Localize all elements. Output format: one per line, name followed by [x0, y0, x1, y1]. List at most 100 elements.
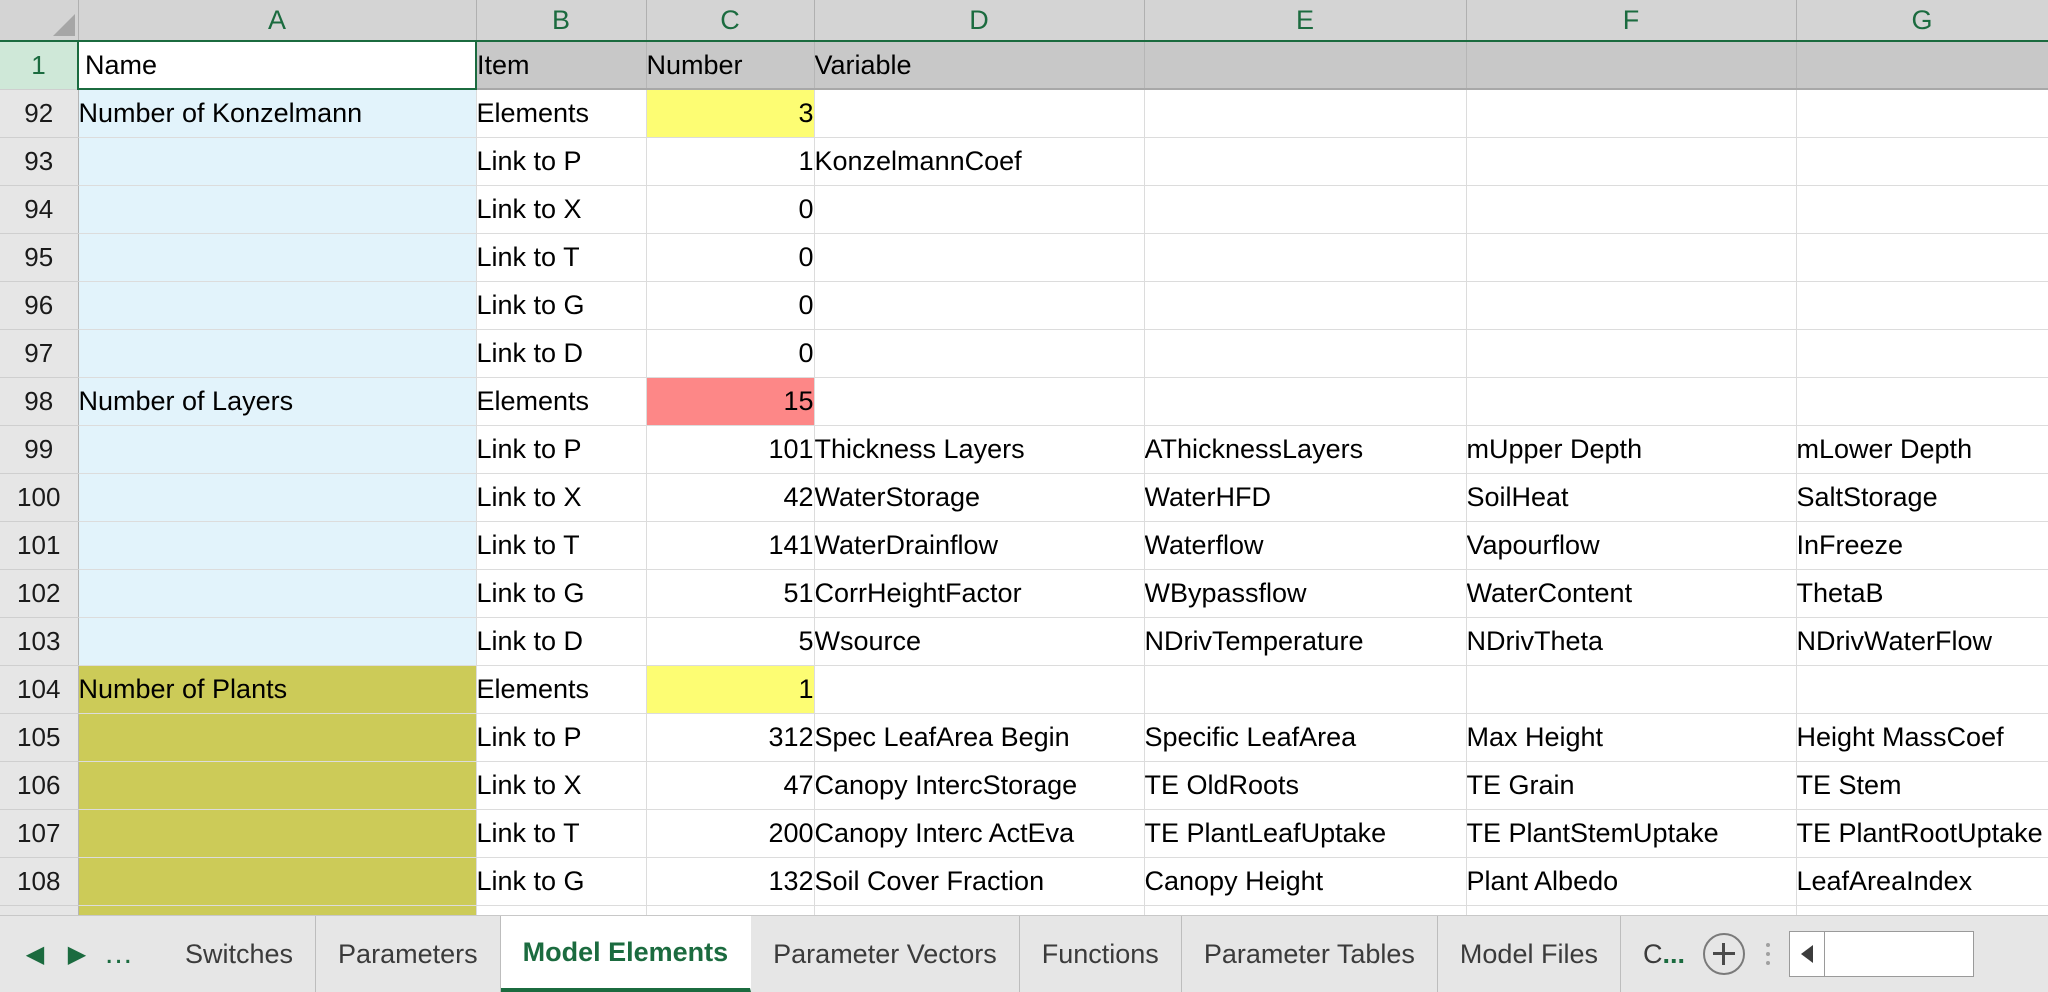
- cell-item[interactable]: Link to X: [476, 473, 647, 522]
- add-sheet-button[interactable]: [1693, 916, 1761, 992]
- row-header[interactable]: 96: [0, 281, 79, 330]
- row-header[interactable]: 98: [0, 377, 79, 426]
- scroll-left-button[interactable]: [1788, 931, 1825, 978]
- cell-name[interactable]: [78, 569, 477, 618]
- cell-variable-e[interactable]: [1144, 281, 1467, 330]
- sheet-tab-switches[interactable]: Switches: [163, 916, 317, 992]
- row-header[interactable]: 103: [0, 617, 79, 666]
- row-header[interactable]: 93: [0, 137, 79, 186]
- cell-variable-e[interactable]: TE OldRoots: [1144, 761, 1467, 810]
- row-header[interactable]: 100: [0, 473, 79, 522]
- more-sheets-icon[interactable]: ...: [98, 925, 140, 983]
- cell-variable-f[interactable]: NDrivTheta: [1466, 617, 1797, 666]
- cell-number[interactable]: 42: [646, 473, 815, 522]
- spreadsheet-grid[interactable]: A B C D E F G 1 Name Item Number Variabl…: [0, 0, 2048, 916]
- cell-variable-g[interactable]: [1796, 89, 2048, 138]
- cell-item[interactable]: Link to D: [476, 617, 647, 666]
- column-header-d[interactable]: D: [814, 0, 1145, 42]
- cell-variable-f[interactable]: [1466, 233, 1797, 282]
- cell-c1[interactable]: Number: [646, 41, 815, 90]
- cell-number[interactable]: 132: [646, 857, 815, 906]
- cell-name[interactable]: [78, 713, 477, 762]
- cell-item[interactable]: Link to T: [476, 233, 647, 282]
- cell-variable-g[interactable]: ThetaB: [1796, 569, 2048, 618]
- select-all-corner[interactable]: [0, 0, 79, 42]
- cell-variable-e[interactable]: [1144, 665, 1467, 714]
- cell-number[interactable]: 141: [646, 521, 815, 570]
- cell-variable-e[interactable]: Specific LeafArea: [1144, 713, 1467, 762]
- sheet-tab-model-files[interactable]: Model Files: [1438, 916, 1621, 992]
- cell-name[interactable]: Number of Plants: [78, 665, 477, 714]
- cell-number[interactable]: 200: [646, 809, 815, 858]
- next-sheet-icon[interactable]: ▶: [56, 925, 98, 983]
- cell-d1[interactable]: Variable: [814, 41, 1145, 90]
- sheet-tab-model-elements[interactable]: Model Elements: [500, 916, 752, 992]
- cell-variable-e[interactable]: [1144, 89, 1467, 138]
- sheet-tab-parameters[interactable]: Parameters: [316, 916, 501, 992]
- row-header[interactable]: 92: [0, 89, 79, 138]
- column-header-g[interactable]: G: [1796, 0, 2048, 42]
- column-header-e[interactable]: E: [1144, 0, 1467, 42]
- column-header-c[interactable]: C: [646, 0, 815, 42]
- cell-variable-d[interactable]: CorrHeightFactor: [814, 569, 1145, 618]
- cell-name[interactable]: [78, 617, 477, 666]
- cell-g1[interactable]: [1796, 41, 2048, 90]
- cell-variable-g[interactable]: [1796, 665, 2048, 714]
- horizontal-scrollbar[interactable]: [1782, 916, 2048, 992]
- cell-variable-e[interactable]: NDrivSaltStress: [1144, 905, 1467, 916]
- cell-item[interactable]: Link to P: [476, 137, 647, 186]
- cell-item[interactable]: Link to T: [476, 521, 647, 570]
- row-header[interactable]: 107: [0, 809, 79, 858]
- cell-variable-d[interactable]: [814, 185, 1145, 234]
- cell-name[interactable]: [78, 281, 477, 330]
- cell-variable-f[interactable]: TE Grain: [1466, 761, 1797, 810]
- row-header[interactable]: 99: [0, 425, 79, 474]
- cell-variable-f[interactable]: Vapourflow: [1466, 521, 1797, 570]
- cell-variable-d[interactable]: [814, 329, 1145, 378]
- scrollbar-thumb[interactable]: [1824, 931, 1974, 978]
- cell-variable-g[interactable]: [1796, 329, 2048, 378]
- cell-variable-g[interactable]: [1796, 377, 2048, 426]
- cell-variable-e[interactable]: WBypassflow: [1144, 569, 1467, 618]
- cell-variable-f[interactable]: [1466, 905, 1797, 916]
- cell-variable-f[interactable]: Plant Albedo: [1466, 857, 1797, 906]
- cell-variable-f[interactable]: WaterContent: [1466, 569, 1797, 618]
- cell-variable-g[interactable]: Height MassCoef: [1796, 713, 2048, 762]
- cell-variable-e[interactable]: NDrivTemperature: [1144, 617, 1467, 666]
- sheet-tab-parameter-vectors[interactable]: Parameter Vectors: [751, 916, 1020, 992]
- column-header-a[interactable]: A: [78, 0, 477, 42]
- cell-variable-f[interactable]: [1466, 377, 1797, 426]
- cell-variable-e[interactable]: [1144, 233, 1467, 282]
- cell-number[interactable]: 51: [646, 569, 815, 618]
- cell-variable-d[interactable]: Soil Cover Fraction: [814, 857, 1145, 906]
- cell-item[interactable]: Link to T: [476, 809, 647, 858]
- cell-name[interactable]: [78, 809, 477, 858]
- cell-variable-d[interactable]: WaterDrainflow: [814, 521, 1145, 570]
- cell-number[interactable]: 15: [646, 377, 815, 426]
- cell-e1[interactable]: [1144, 41, 1467, 90]
- cell-variable-g[interactable]: [1796, 233, 2048, 282]
- cell-item[interactable]: Link to P: [476, 425, 647, 474]
- cell-number[interactable]: 3: [646, 89, 815, 138]
- cell-number[interactable]: 1: [646, 137, 815, 186]
- cell-item[interactable]: Elements: [476, 377, 647, 426]
- column-header-b[interactable]: B: [476, 0, 647, 42]
- cell-variable-f[interactable]: [1466, 665, 1797, 714]
- cell-variable-f[interactable]: SoilHeat: [1466, 473, 1797, 522]
- row-header[interactable]: 109: [0, 905, 79, 916]
- cell-variable-g[interactable]: [1796, 137, 2048, 186]
- cell-variable-d[interactable]: [814, 89, 1145, 138]
- cell-number[interactable]: 47: [646, 761, 815, 810]
- cell-item[interactable]: Link to P: [476, 713, 647, 762]
- cell-number[interactable]: 1: [646, 665, 815, 714]
- cell-variable-d[interactable]: [814, 377, 1145, 426]
- row-header[interactable]: 102: [0, 569, 79, 618]
- cell-number[interactable]: 312: [646, 713, 815, 762]
- cell-variable-f[interactable]: Max Height: [1466, 713, 1797, 762]
- cell-number[interactable]: 2: [646, 905, 815, 916]
- sheet-tab-functions[interactable]: Functions: [1020, 916, 1182, 992]
- row-header[interactable]: 95: [0, 233, 79, 282]
- cell-variable-g[interactable]: LeafAreaIndex: [1796, 857, 2048, 906]
- cell-variable-e[interactable]: [1144, 185, 1467, 234]
- cell-item[interactable]: Link to G: [476, 857, 647, 906]
